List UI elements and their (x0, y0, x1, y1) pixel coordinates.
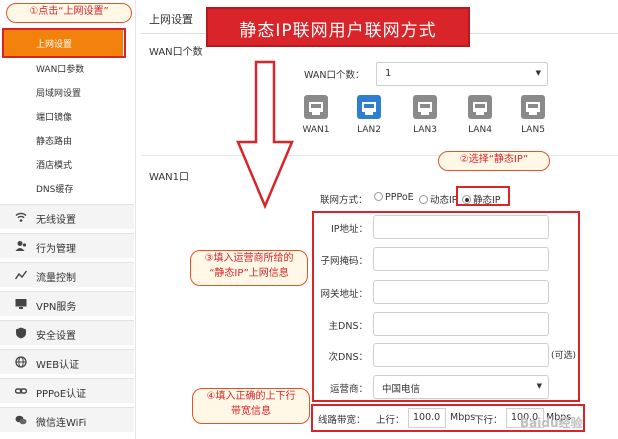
port-wan1[interactable]: WAN1 (296, 94, 336, 138)
sidebar-item-behavior[interactable]: 行为管理 (0, 233, 134, 258)
radio-label: PPPoE (385, 192, 414, 203)
ethernet-port-icon (304, 95, 328, 119)
callout-step2: ②选择“静态IP” (438, 151, 550, 171)
globe-icon (15, 356, 27, 368)
ethernet-port-icon (468, 95, 492, 119)
banner-title: 静态IP联网用户联网方式 (239, 21, 437, 41)
sidebar-item-wan-params[interactable]: WAN口参数 (36, 62, 84, 75)
link-icon (15, 388, 27, 394)
page-title: 上网设置 (149, 13, 193, 26)
bandwidth-label: 线路带宽： (318, 415, 366, 426)
upstream-input[interactable]: 100.0 (408, 408, 446, 428)
arrow-down-icon (236, 60, 294, 210)
callout-text: ①点击“上网设置” (29, 6, 109, 17)
radio-label: 动态IP (430, 195, 458, 206)
highlight-static-ip-fields (312, 211, 580, 402)
title-banner: 静态IP联网用户联网方式 (206, 7, 470, 47)
sidebar-item-wechat-wifi[interactable]: 微信连WiFi (0, 407, 134, 432)
port-lan3[interactable]: LAN3 (405, 94, 445, 138)
sidebar-item-label: 流量控制 (36, 273, 76, 284)
ethernet-port-icon (413, 95, 437, 119)
sidebar-item-label: WEB认证 (36, 360, 80, 371)
port-label: WAN1 (302, 125, 330, 135)
sidebar-item-label: PPPoE认证 (36, 389, 87, 400)
port-label: LAN2 (357, 125, 381, 135)
port-lan5[interactable]: LAN5 (513, 94, 553, 138)
sidebar-item-hotel-mode[interactable]: 酒店模式 (36, 158, 72, 171)
sidebar-item-vpn[interactable]: VPN服务 (0, 291, 134, 316)
wan1-section-label: WAN1口 (149, 172, 190, 183)
sidebar-item-dns-cache[interactable]: DNS缓存 (36, 182, 73, 195)
sidebar-item-lan-settings[interactable]: 局域网设置 (36, 86, 81, 99)
radio-circle (374, 192, 383, 201)
upstream-label: 上行： (376, 415, 405, 426)
callout-text: “静态IP”上网信息 (209, 268, 289, 279)
monitor-icon (15, 299, 27, 309)
watermark: Baidu经验 (520, 416, 583, 430)
sidebar-item-pppoe-auth[interactable]: PPPoE认证 (0, 378, 134, 403)
highlight-network-settings (2, 28, 126, 58)
ethernet-port-icon (357, 95, 381, 119)
port-label: LAN4 (468, 125, 492, 135)
sidebar-item-security[interactable]: 安全设置 (0, 320, 134, 345)
upstream-value: 100.0 (413, 412, 441, 423)
sidebar: 上网设置 WAN口参数 局域网设置 端口镜像 静态路由 酒店模式 DNS缓存 无… (0, 0, 136, 439)
radio-dynamic-ip[interactable]: 动态IP (419, 192, 458, 206)
shield-icon (16, 327, 26, 339)
downstream-label: 下行： (474, 415, 503, 426)
sidebar-item-label: 行为管理 (36, 244, 76, 255)
port-label: LAN5 (521, 125, 545, 135)
wan-count-value: 1 (385, 68, 392, 79)
wan-count-section-label: WAN口个数 (149, 47, 203, 58)
wechat-icon (15, 415, 27, 425)
callout-step1: ①点击“上网设置” (6, 3, 132, 23)
callout-text: ④填入正确的上下行 (206, 391, 296, 402)
chevron-down-icon: ▼ (535, 69, 541, 77)
chart-icon (15, 270, 27, 280)
sidebar-item-port-mirror[interactable]: 端口镜像 (36, 110, 72, 123)
wan-count-label: WAN口个数： (304, 70, 365, 81)
port-label: LAN3 (413, 125, 437, 135)
ethernet-port-icon (521, 95, 545, 119)
callout-text: ②选择“静态IP” (459, 154, 529, 165)
sidebar-item-label: 微信连WiFi (36, 418, 87, 429)
callout-text: 带宽信息 (231, 406, 271, 417)
user-icon (15, 241, 27, 251)
sidebar-item-label: VPN服务 (36, 302, 77, 313)
sidebar-item-traffic[interactable]: 流量控制 (0, 262, 134, 287)
upstream-unit: Mbps (450, 412, 476, 423)
callout-text: ③填入运营商所给的 (204, 253, 294, 264)
highlight-static-ip-radio (456, 186, 510, 206)
port-lan4[interactable]: LAN4 (460, 94, 500, 138)
sidebar-item-label: 安全设置 (36, 331, 76, 342)
connection-type-label: 联网方式： (320, 195, 368, 206)
sidebar-item-web-auth[interactable]: WEB认证 (0, 349, 134, 374)
sidebar-item-wireless[interactable]: 无线设置 (0, 204, 134, 229)
sidebar-item-label: 无线设置 (36, 215, 76, 226)
radio-pppoe[interactable]: PPPoE (374, 192, 414, 203)
callout-step3: ③填入运营商所给的 “静态IP”上网信息 (190, 250, 308, 286)
port-lan2[interactable]: LAN2 (349, 94, 389, 138)
wan-count-select[interactable]: 1 ▼ (376, 62, 548, 86)
callout-step4: ④填入正确的上下行 带宽信息 (192, 388, 310, 424)
radio-circle (419, 195, 428, 204)
wifi-icon (15, 212, 27, 222)
sidebar-item-static-route[interactable]: 静态路由 (36, 134, 72, 147)
